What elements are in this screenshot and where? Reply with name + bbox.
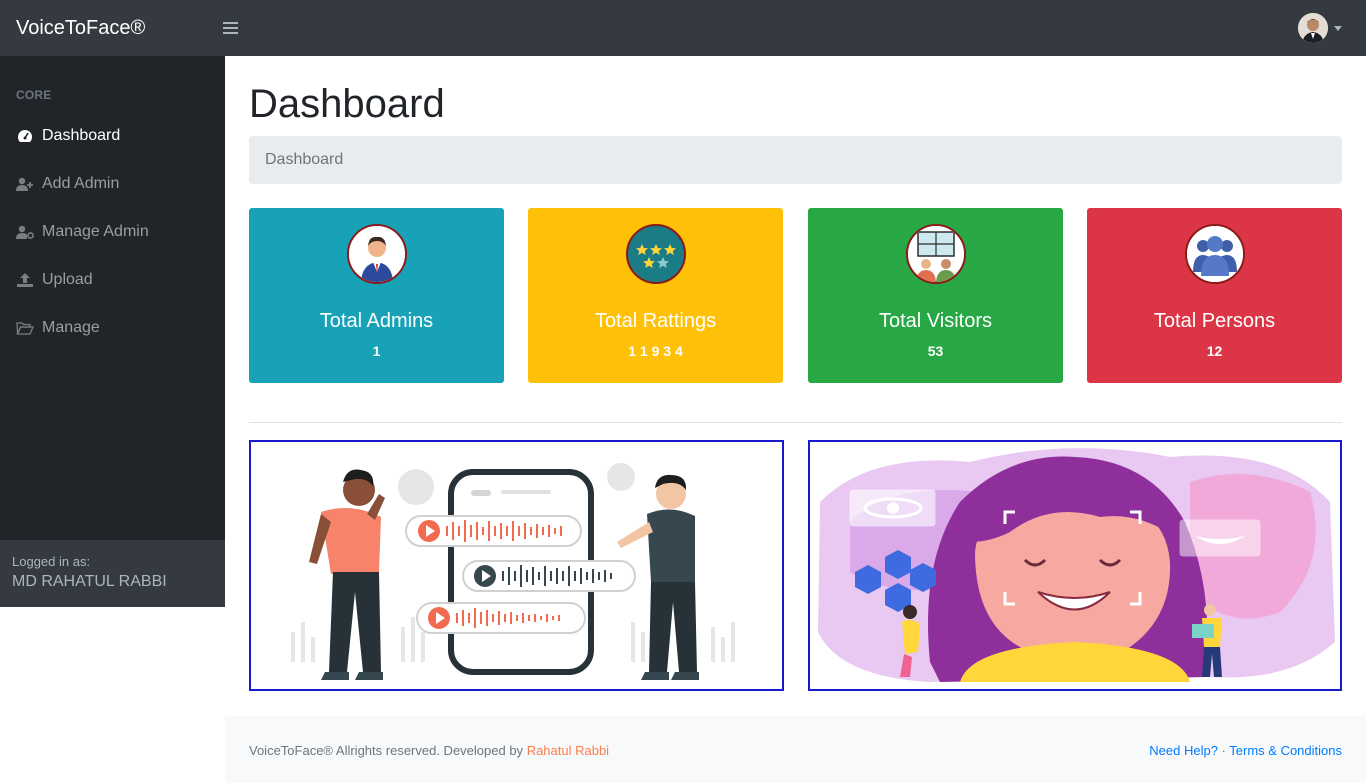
stat-card-title: Total Admins (319, 310, 434, 332)
breadcrumb: Dashboard (249, 136, 1342, 184)
sidebar-item-label: Dashboard (42, 127, 121, 144)
page-footer: VoiceToFace® Allrights reserved. Develop… (225, 716, 1366, 783)
visitors-icon (906, 224, 966, 284)
copyright-text: VoiceToFace® Allrights reserved. Develop… (249, 743, 609, 758)
user-menu-dropdown[interactable] (1298, 13, 1342, 43)
sidebar-item-manage-admin[interactable]: Manage Admin (0, 208, 225, 256)
stat-card-persons[interactable]: Total Persons 12 (1087, 208, 1342, 383)
stat-card-value: 1 (372, 343, 381, 359)
sidebar-item-label: Manage Admin (42, 223, 149, 240)
stat-card-title: Total Persons (1153, 310, 1276, 332)
stars-icon (626, 224, 686, 284)
footer-links: Need Help? · Terms & Conditions (1149, 743, 1342, 758)
stat-card-title: Total Rattings (594, 310, 717, 332)
persons-group-icon (1185, 224, 1245, 284)
sidebar-footer: Logged in as: MD RAHATUL RABBI (0, 540, 225, 607)
sidebar-item-label: Manage (42, 319, 100, 336)
top-navbar: VoiceToFace® (0, 0, 1366, 56)
sidebar-item-dashboard[interactable]: Dashboard (0, 112, 225, 160)
copyright-label: VoiceToFace® Allrights reserved. Develop… (249, 743, 524, 758)
stat-card-value: 1 1 9 3 4 (628, 343, 683, 359)
page-title: Dashboard (249, 82, 445, 126)
face-recognition-illustration (808, 440, 1342, 691)
chevron-down-icon (1334, 25, 1342, 31)
need-help-link[interactable]: Need Help? (1149, 743, 1218, 758)
admin-avatar-icon (347, 224, 407, 284)
stat-card-ratings[interactable]: Total Rattings 1 1 9 3 4 (528, 208, 783, 383)
user-cog-icon (16, 224, 34, 240)
upload-icon (16, 272, 34, 288)
stat-card-title: Total Visitors (878, 310, 992, 332)
folder-open-icon (16, 320, 34, 336)
terms-link[interactable]: Terms & Conditions (1229, 743, 1342, 758)
avatar (1298, 13, 1328, 43)
stat-card-visitors[interactable]: Total Visitors 53 (808, 208, 1063, 383)
sidebar: CORE Dashboard Add Admin Manage Admin Up… (0, 56, 225, 607)
stat-card-value: 12 (1206, 343, 1223, 359)
voice-chat-illustration (249, 440, 784, 691)
divider (249, 422, 1342, 423)
logged-in-user: MD RAHATUL RABBI (12, 573, 167, 590)
sidebar-item-label: Add Admin (42, 175, 120, 192)
sidebar-heading: CORE (16, 88, 52, 102)
sidebar-item-manage[interactable]: Manage (0, 304, 225, 352)
sidebar-item-upload[interactable]: Upload (0, 256, 225, 304)
logged-in-caption: Logged in as: (12, 554, 91, 569)
footer-separator: · (1221, 743, 1226, 758)
brand-logo[interactable]: VoiceToFace® (0, 17, 225, 40)
tachometer-icon (16, 128, 34, 144)
user-plus-icon (16, 176, 34, 192)
sidebar-item-label: Upload (42, 271, 93, 288)
author-link[interactable]: Rahatul Rabbi (527, 743, 609, 758)
stat-card-admins[interactable]: Total Admins 1 (249, 208, 504, 383)
sidebar-toggle-icon[interactable] (223, 18, 243, 38)
sidebar-item-add-admin[interactable]: Add Admin (0, 160, 225, 208)
stat-card-value: 53 (927, 343, 944, 359)
